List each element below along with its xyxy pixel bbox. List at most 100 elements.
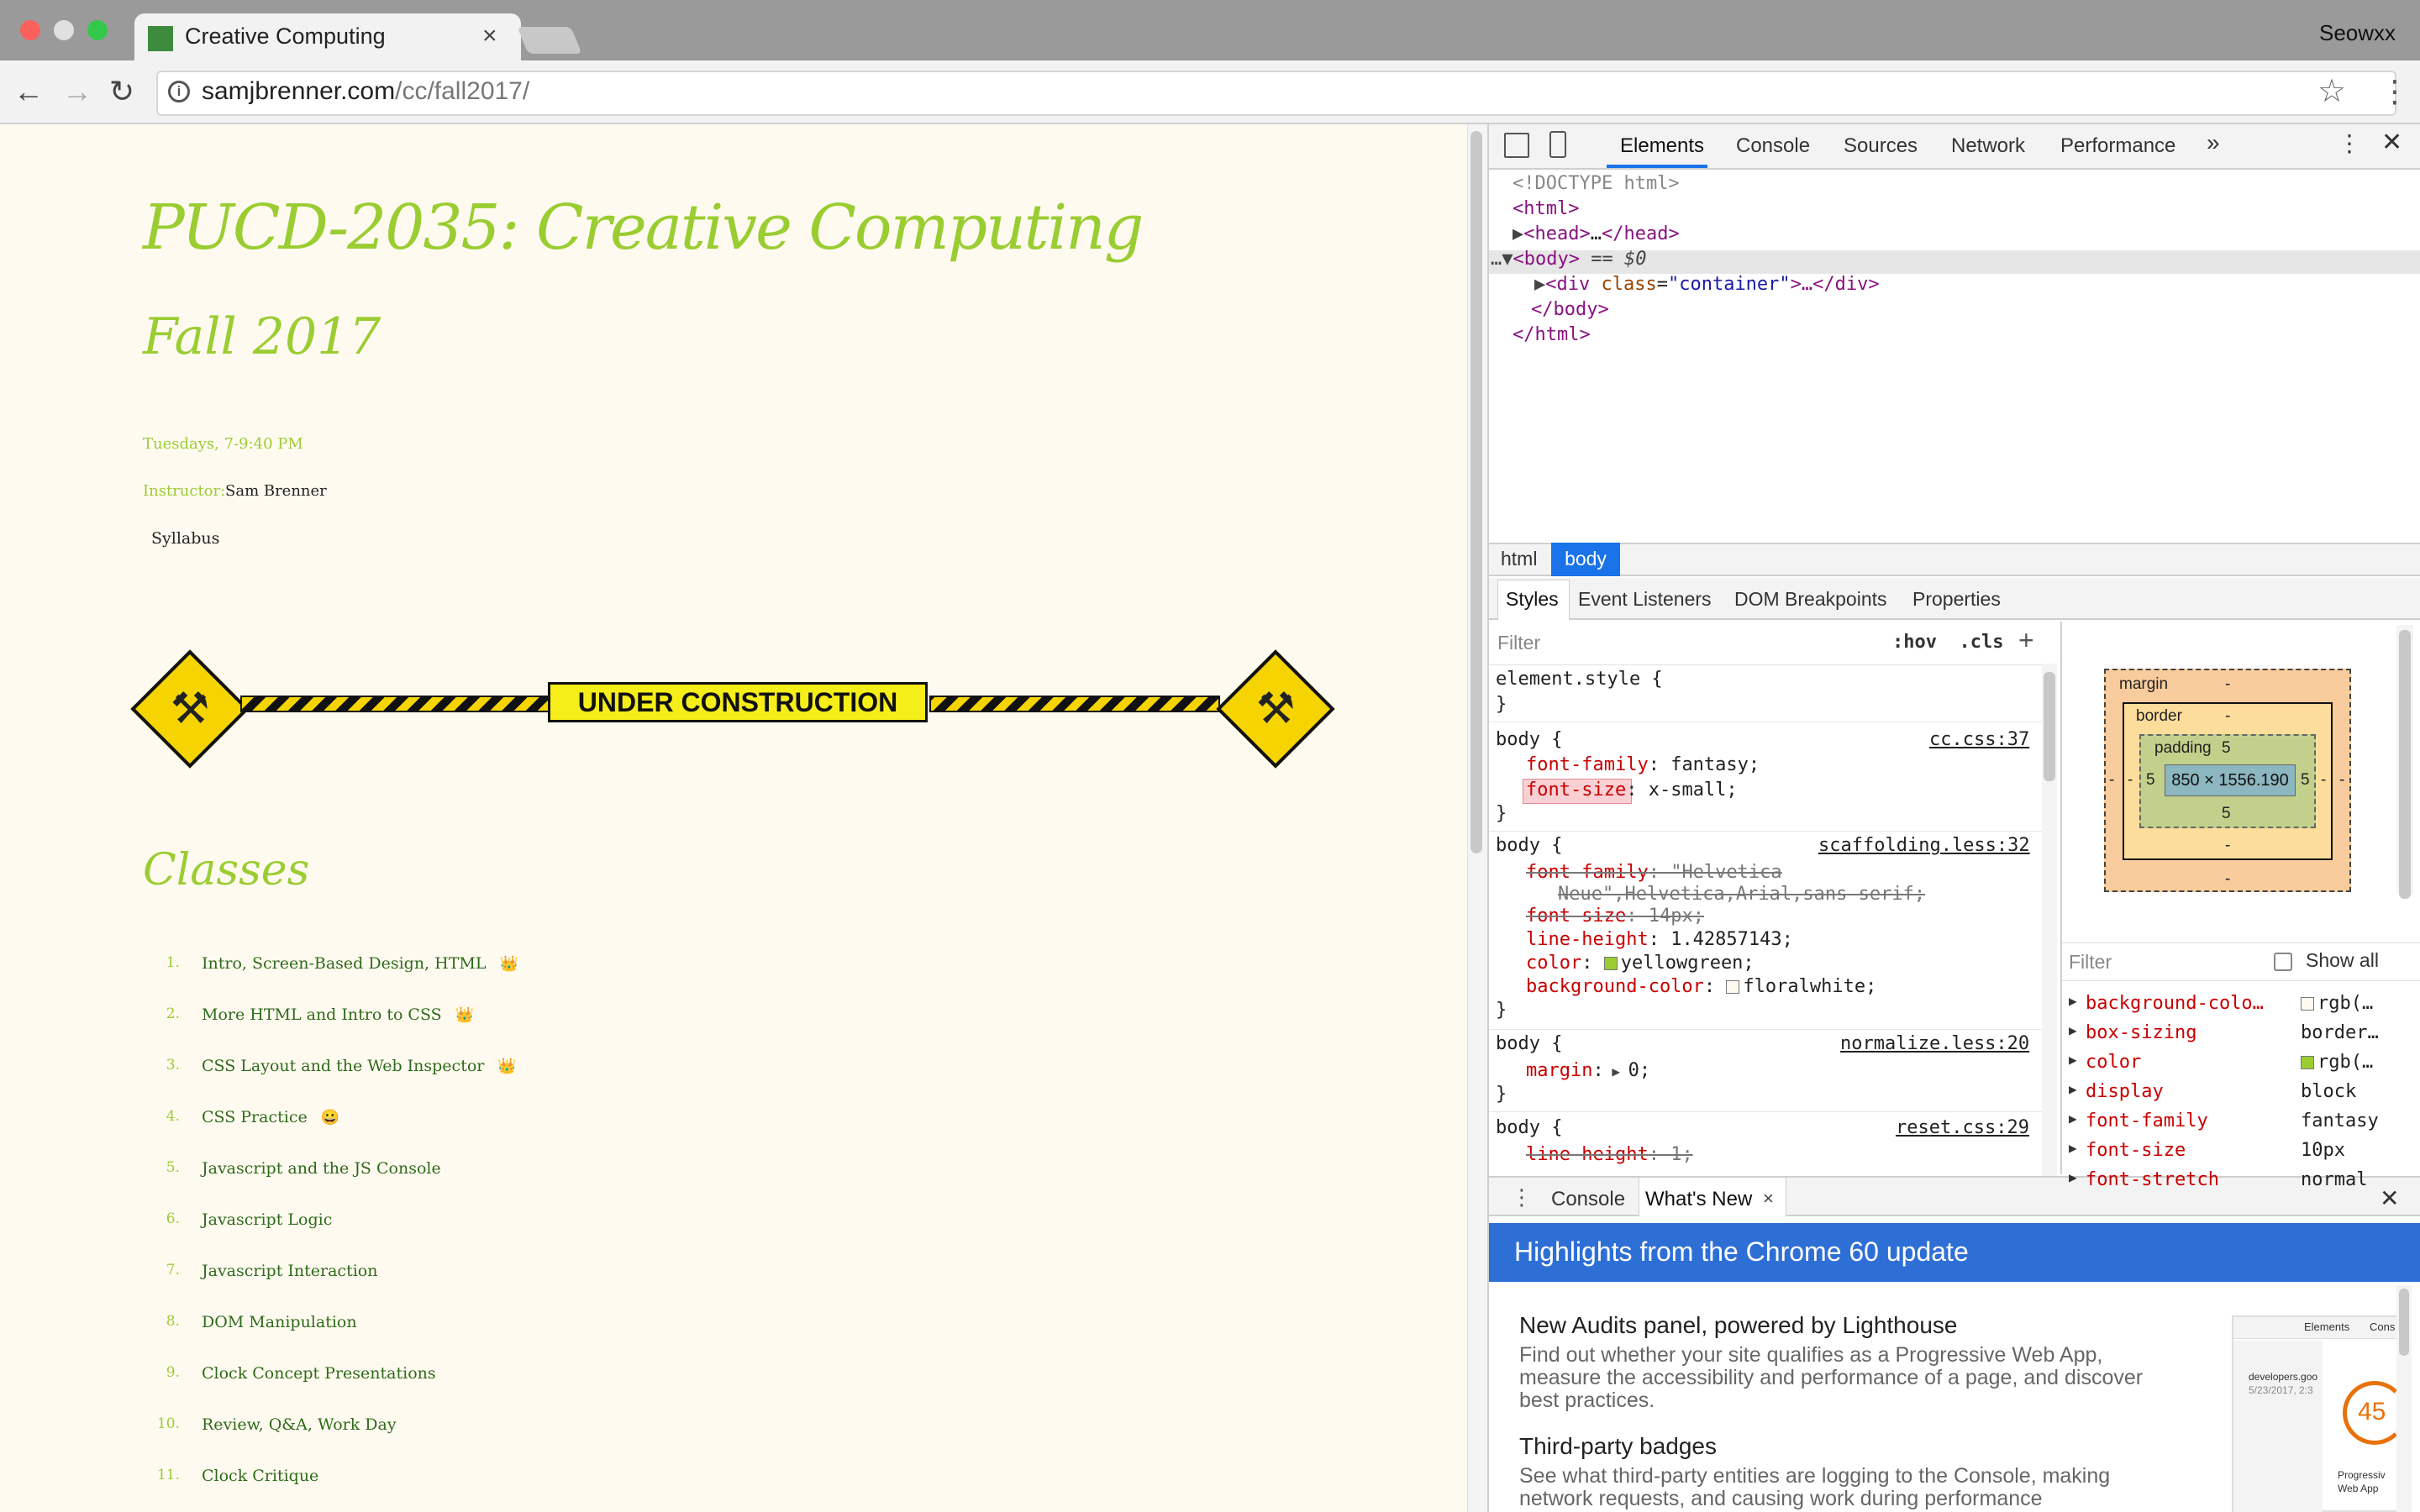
style-prop-font-size[interactable]: font-size: x-small; bbox=[1526, 780, 1738, 801]
style-prop-font-family-overridden[interactable]: font-family: "Helvetica bbox=[1526, 862, 1782, 883]
style-prop-font-family[interactable]: font-family: fantasy; bbox=[1526, 754, 1760, 775]
tab-sources[interactable]: Sources bbox=[1844, 134, 1918, 158]
computed-property-row[interactable]: ▶ font-size 10px bbox=[2062, 1140, 2420, 1167]
tree-html-close[interactable]: </html> bbox=[1512, 324, 1591, 345]
whats-new-close-icon[interactable]: × bbox=[1763, 1188, 1774, 1210]
tree-html-open[interactable]: <html> bbox=[1512, 198, 1579, 219]
drawer-tab-whats-new[interactable]: What's New bbox=[1645, 1188, 1752, 1211]
subtab-dom-breakpoints[interactable]: DOM Breakpoints bbox=[1734, 588, 1887, 611]
url-text[interactable]: samjbrenner.com/cc/fall2017/ bbox=[202, 77, 529, 106]
box-model-scrollbar-thumb[interactable] bbox=[2399, 630, 2411, 899]
instructor-link[interactable]: Sam Brenner bbox=[225, 482, 327, 500]
rule-source-link[interactable]: normalize.less:20 bbox=[1840, 1033, 2029, 1054]
bookmark-star-icon[interactable]: ☆ bbox=[2317, 72, 2346, 110]
tab-elements[interactable]: Elements bbox=[1620, 134, 1704, 158]
style-prop-color[interactable]: color: yellowgreen; bbox=[1526, 953, 1754, 974]
class-link[interactable]: CSS Layout and the Web Inspector 👑 bbox=[202, 1057, 517, 1075]
whats-new-scrollbar-thumb[interactable] bbox=[2399, 1289, 2409, 1356]
rule-selector[interactable]: body { bbox=[1496, 1033, 1562, 1054]
tree-doctype[interactable]: <!DOCTYPE html> bbox=[1512, 173, 1680, 194]
tree-head-row[interactable]: ▶<head>…</head> bbox=[1512, 223, 1680, 244]
expand-triangle-icon[interactable]: ▶ bbox=[2069, 1052, 2077, 1068]
box-model-content[interactable]: 850 × 1556.190 bbox=[2165, 764, 2296, 796]
computed-property-row[interactable]: ▶ box-sizing border… bbox=[2062, 1022, 2420, 1049]
profile-name[interactable]: Seowxx bbox=[2319, 20, 2396, 46]
rule-selector[interactable]: body { bbox=[1496, 729, 1562, 750]
device-toolbar-icon[interactable] bbox=[1549, 131, 1566, 158]
whats-new-item-title[interactable]: New Audits panel, powered by Lighthouse bbox=[1519, 1312, 1957, 1339]
syllabus-link[interactable]: Syllabus bbox=[151, 529, 219, 548]
computed-property-row[interactable]: ▶ font-stretch normal bbox=[2062, 1169, 2420, 1196]
rule-selector[interactable]: element.style { bbox=[1496, 669, 1663, 690]
new-tab-button[interactable] bbox=[517, 27, 582, 54]
class-link[interactable]: Clock Critique bbox=[202, 1467, 332, 1485]
zoom-window-button[interactable] bbox=[87, 20, 108, 40]
styles-scrollbar-thumb[interactable] bbox=[2044, 672, 2055, 781]
padding-left-value[interactable]: 5 bbox=[2146, 771, 2155, 790]
subtab-event-listeners[interactable]: Event Listeners bbox=[1578, 588, 1712, 611]
margin-top-value[interactable]: - bbox=[2225, 675, 2230, 694]
add-rule-icon[interactable]: + bbox=[2018, 625, 2034, 656]
expand-triangle-icon[interactable]: ▶ bbox=[2069, 1110, 2077, 1126]
devtools-close-icon[interactable]: ✕ bbox=[2381, 128, 2402, 157]
tab-close-icon[interactable]: × bbox=[482, 22, 497, 50]
browser-menu-icon[interactable]: ⋮ bbox=[2380, 74, 2410, 109]
tab-console[interactable]: Console bbox=[1736, 134, 1810, 158]
style-prop-line-height[interactable]: line-height: 1.42857143; bbox=[1526, 929, 1793, 950]
tree-div-row[interactable]: ▶<div class="container">…</div> bbox=[1534, 274, 1880, 295]
border-top-value[interactable]: - bbox=[2225, 707, 2230, 726]
class-link[interactable]: Javascript Logic bbox=[202, 1210, 345, 1229]
computed-color-swatch[interactable] bbox=[2301, 997, 2314, 1011]
tab-performance[interactable]: Performance bbox=[2060, 134, 2175, 158]
computed-property-row[interactable]: ▶ background-colo… rgb(… bbox=[2062, 993, 2420, 1020]
class-link[interactable]: Clock Concept Presentations bbox=[202, 1364, 450, 1383]
show-all-checkbox[interactable] bbox=[2274, 953, 2292, 971]
hov-cls-toggles[interactable]: :hov .cls bbox=[1892, 632, 2003, 653]
rule-selector[interactable]: body { bbox=[1496, 1117, 1562, 1138]
breadcrumb-html[interactable]: html bbox=[1501, 548, 1537, 570]
padding-top-value[interactable]: 5 bbox=[2222, 739, 2231, 758]
info-icon[interactable]: i bbox=[168, 81, 190, 102]
rule-source-link[interactable]: scaffolding.less:32 bbox=[1818, 835, 2030, 856]
close-window-button[interactable] bbox=[20, 20, 40, 40]
drawer-menu-icon[interactable]: ⋮ bbox=[1511, 1184, 1533, 1210]
subtab-properties[interactable]: Properties bbox=[1912, 588, 2001, 611]
rule-source-link[interactable]: cc.css:37 bbox=[1929, 729, 2029, 750]
forward-arrow-icon[interactable]: → bbox=[62, 74, 92, 109]
computed-property-row[interactable]: ▶ color rgb(… bbox=[2062, 1052, 2420, 1079]
show-all-label[interactable]: Show all bbox=[2306, 949, 2379, 972]
tree-body-row[interactable]: …▼<body> == $0 bbox=[1491, 249, 1646, 270]
reload-icon[interactable]: ↻ bbox=[109, 74, 134, 109]
padding-right-value[interactable]: 5 bbox=[2301, 771, 2310, 790]
class-link[interactable]: Javascript Interaction bbox=[202, 1262, 391, 1280]
rule-source-link[interactable]: reset.css:29 bbox=[1896, 1117, 2029, 1138]
color-swatch-floralwhite[interactable] bbox=[1726, 980, 1740, 994]
color-swatch-yellowgreen[interactable] bbox=[1603, 957, 1618, 970]
style-prop-background-color[interactable]: background-color: floralwhite; bbox=[1526, 976, 1876, 997]
inspect-element-icon[interactable] bbox=[1504, 133, 1529, 158]
computed-property-row[interactable]: ▶ display block bbox=[2062, 1081, 2420, 1108]
expand-triangle-icon[interactable]: ▶ bbox=[2069, 1022, 2077, 1038]
computed-filter-input[interactable]: Filter bbox=[2069, 951, 2112, 974]
whats-new-item-title[interactable]: Third-party badges bbox=[1519, 1433, 1717, 1460]
expand-triangle-icon[interactable]: ▶ bbox=[2069, 1140, 2077, 1156]
computed-property-row[interactable]: ▶ font-family fantasy bbox=[2062, 1110, 2420, 1137]
style-prop-margin[interactable]: margin: ▶ 0; bbox=[1526, 1060, 1650, 1081]
padding-bottom-value[interactable]: 5 bbox=[2222, 805, 2231, 823]
style-prop-line-height-overridden[interactable]: line-height: 1; bbox=[1526, 1144, 1693, 1165]
styles-filter-input[interactable]: Filter bbox=[1497, 632, 1540, 654]
expand-triangle-icon[interactable]: ▶ bbox=[2069, 1081, 2077, 1097]
more-tabs-icon[interactable]: » bbox=[2207, 129, 2220, 156]
back-arrow-icon[interactable]: ← bbox=[13, 74, 44, 109]
border-bottom-value[interactable]: - bbox=[2225, 837, 2230, 855]
class-link[interactable]: DOM Manipulation bbox=[202, 1313, 371, 1331]
class-link[interactable]: Review, Q&A, Work Day bbox=[202, 1415, 410, 1434]
class-link[interactable]: More HTML and Intro to CSS 👑 bbox=[202, 1005, 474, 1024]
class-link[interactable]: CSS Practice 😀 bbox=[202, 1108, 339, 1126]
page-scrollbar-thumb[interactable] bbox=[1470, 131, 1482, 853]
breadcrumb-body[interactable]: body bbox=[1551, 543, 1620, 576]
tree-body-close[interactable]: </body> bbox=[1531, 299, 1609, 320]
style-prop-font-size-overridden[interactable]: font-size: 14px; bbox=[1526, 906, 1704, 927]
subtab-styles[interactable]: Styles bbox=[1506, 588, 1559, 611]
minimize-window-button[interactable] bbox=[54, 20, 74, 40]
